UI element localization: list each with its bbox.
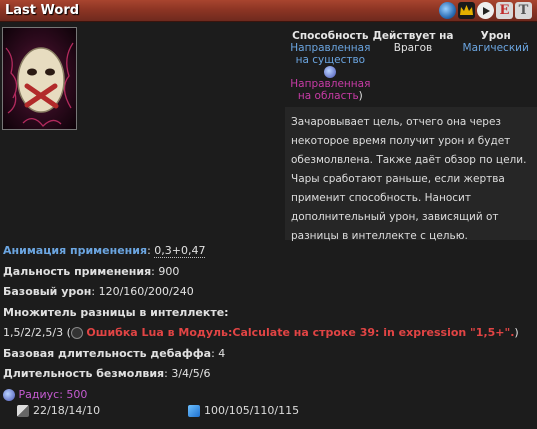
ability-details: Анимация применения: 0,3+0,47 Дальность … — [3, 241, 537, 405]
silence-duration-value: 3/4/5/6 — [171, 367, 211, 380]
radius-value: 500 — [66, 387, 88, 401]
int-multiplier-value-row: 1,5/2/2,5/3 ( Ошибка Lua в Модуль:Calcul… — [3, 326, 519, 339]
damage-type-header: Урон — [480, 30, 511, 42]
e-icon[interactable]: E — [496, 2, 513, 19]
cast-range-label: Дальность применения — [3, 264, 152, 278]
radius-row: Радиус: 500 — [3, 385, 537, 406]
mana-icon — [188, 405, 200, 417]
int-multiplier-label: Множитель разницы в интеллекте: — [3, 305, 229, 319]
silence-duration-label: Длительность безмолвия — [3, 367, 165, 380]
title-bar: Last Word E T — [0, 0, 537, 22]
affects-header: Действует на — [372, 30, 454, 42]
play-icon[interactable] — [477, 2, 494, 19]
ability-portrait — [2, 27, 77, 130]
ability-type-header: Способность — [292, 30, 369, 42]
cast-range-value: 900 — [158, 264, 180, 278]
mana-value: 100/105/110/115 — [204, 404, 300, 417]
ability-type-column: Способность Направленная на существо Нап… — [289, 30, 372, 102]
intelligence-icon[interactable] — [439, 2, 456, 19]
base-damage-row: Базовый урон: 120/160/200/240 — [3, 285, 194, 298]
cast-animation-value: 0,3+0,47 — [154, 244, 206, 258]
lua-error-text: Ошибка Lua в Модуль:Calculate на строке … — [86, 326, 515, 339]
page-title: Last Word — [5, 3, 80, 18]
damage-type-value[interactable]: Магический — [454, 42, 537, 54]
paren-close: ) — [358, 90, 363, 102]
radius-icon — [3, 388, 15, 401]
ability-stats-table: Способность Направленная на существо Нап… — [289, 30, 537, 102]
cast-animation-row: Анимация применения: 0,3+0,47 — [3, 244, 206, 258]
ability-type-unit-target[interactable]: Направленная на существо — [289, 42, 372, 66]
affects-value: Врагов — [393, 42, 433, 54]
int-multiplier-row: Множитель разницы в интеллекте: — [3, 303, 537, 324]
base-damage-label: Базовый урон — [3, 285, 92, 298]
int-multiplier-value: 1,5/2/2,5/3 — [3, 326, 64, 339]
debuff-duration-label: Базовая длительность дебаффа — [3, 346, 212, 360]
brain-icon — [70, 327, 83, 339]
silence-duration-row: Длительность безмолвия: 3/4/5/6 — [3, 367, 211, 380]
t-icon[interactable]: T — [515, 2, 532, 19]
debuff-duration-row: Базовая длительность дебаффа: 4 — [3, 346, 226, 360]
cast-animation-label[interactable]: Анимация применения — [3, 244, 147, 257]
area-target-icon — [324, 66, 337, 78]
radius-label[interactable]: Радиус — [19, 388, 60, 401]
crown-icon[interactable] — [458, 2, 475, 19]
header-icons: E T — [439, 2, 532, 19]
cooldown-icon — [17, 405, 29, 417]
affects-column: Действует на Врагов — [372, 30, 455, 102]
base-damage-value: 120/160/200/240 — [98, 285, 194, 298]
ability-description: Зачаровывает цель, отчего она через неко… — [285, 107, 537, 242]
cooldown-row: 22/18/14/10 — [17, 404, 100, 417]
mana-row: 100/105/110/115 — [188, 404, 299, 417]
debuff-duration-value: 4 — [218, 346, 226, 360]
cast-range-row: Дальность применения: 900 — [3, 264, 180, 278]
cooldown-value: 22/18/14/10 — [33, 404, 101, 417]
damage-type-column: Урон Магический — [454, 30, 537, 102]
ability-type-area: Направленная на область) — [289, 66, 372, 102]
